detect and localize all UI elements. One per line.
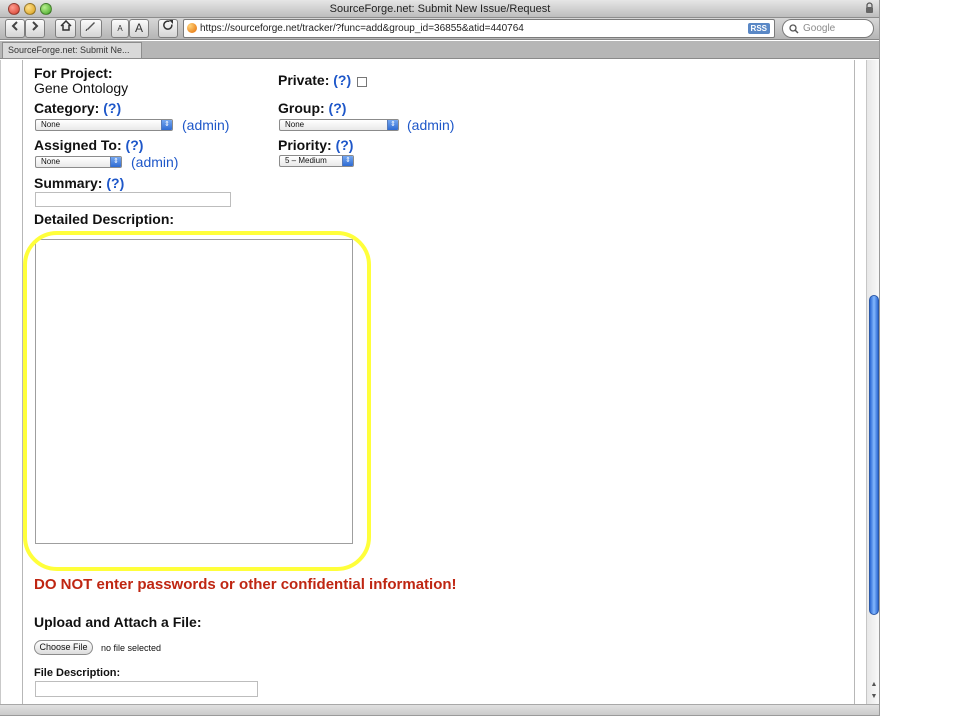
summary-label: Summary: <box>34 175 103 191</box>
group-admin-link[interactable]: (admin) <box>407 117 454 133</box>
upload-label: Upload and Attach a File: <box>34 614 202 630</box>
window-bottom-edge <box>0 704 879 715</box>
close-window-button[interactable] <box>8 3 20 15</box>
confidential-warning: DO NOT enter passwords or other confiden… <box>34 576 457 593</box>
search-placeholder: Google <box>803 23 836 34</box>
scroll-up-arrow-icon[interactable]: ▲ <box>869 680 879 690</box>
home-button[interactable] <box>55 19 76 38</box>
file-status-text: no file selected <box>101 643 162 653</box>
tab-bar: SourceForge.net: Submit Ne... <box>0 41 879 59</box>
search-icon <box>789 24 799 34</box>
reload-icon <box>162 20 173 30</box>
file-description-label: File Description: <box>34 667 121 679</box>
back-button[interactable] <box>5 19 25 38</box>
summary-input[interactable] <box>35 192 231 207</box>
category-label-row: Category: (?) <box>34 100 121 116</box>
priority-label: Priority: <box>278 137 332 153</box>
priority-selected-value: 5 – Medium <box>285 156 327 165</box>
group-label-row: Group: (?) <box>278 100 346 116</box>
site-favicon <box>187 23 197 33</box>
edit-icon <box>85 22 95 32</box>
tab-sourceforge[interactable]: SourceForge.net: Submit Ne... <box>2 42 142 59</box>
forward-arrow-icon <box>32 21 39 31</box>
rss-button[interactable]: RSS <box>747 23 770 34</box>
address-bar[interactable]: https://sourceforge.net/tracker/?func=ad… <box>183 19 775 38</box>
assigned-to-selected-value: None <box>41 157 61 166</box>
private-label: Private: <box>278 72 330 88</box>
group-selected-value: None <box>285 120 305 129</box>
category-admin-link[interactable]: (admin) <box>182 117 229 133</box>
zoom-window-button[interactable] <box>40 3 52 15</box>
larger-text-button[interactable]: A <box>129 19 149 38</box>
select-arrow-icon: ⇕ <box>110 157 121 167</box>
forward-button[interactable] <box>25 19 45 38</box>
summary-label-row: Summary: (?) <box>34 175 124 191</box>
select-arrow-icon: ⇕ <box>342 156 353 166</box>
assigned-to-label-row: Assigned To: (?) <box>34 137 143 153</box>
scrollbar-thumb[interactable] <box>869 295 879 615</box>
priority-select[interactable]: 5 – Medium ⇕ <box>279 155 354 167</box>
assigned-to-label: Assigned To: <box>34 137 122 153</box>
edit-button[interactable] <box>80 19 102 38</box>
browser-toolbar: A A https://sourceforge.net/tracker/?fun… <box>0 18 879 40</box>
select-arrow-icon: ⇕ <box>161 120 172 130</box>
detailed-description-label: Detailed Description: <box>34 211 175 227</box>
description-highlight-ring <box>23 231 371 571</box>
group-label: Group: <box>278 100 325 116</box>
page-right-border <box>854 60 855 704</box>
back-arrow-icon <box>11 21 18 31</box>
private-help-link[interactable]: (?) <box>333 72 351 88</box>
assigned-to-admin-link[interactable]: (admin) <box>131 154 178 170</box>
lock-icon <box>866 2 873 13</box>
group-select[interactable]: None ⇕ <box>279 119 399 131</box>
priority-help-link[interactable]: (?) <box>336 137 354 153</box>
vertical-scrollbar[interactable]: ▲ ▼ <box>866 60 879 704</box>
private-checkbox[interactable] <box>357 77 367 87</box>
file-description-input[interactable] <box>35 681 258 697</box>
smaller-text-button[interactable]: A <box>111 19 129 38</box>
assigned-to-select[interactable]: None ⇕ <box>35 156 122 168</box>
address-url: https://sourceforge.net/tracker/?func=ad… <box>200 23 524 34</box>
project-name: Gene Ontology <box>34 80 129 96</box>
category-selected-value: None <box>41 120 61 129</box>
scroll-down-arrow-icon[interactable]: ▼ <box>869 692 879 702</box>
reload-button[interactable] <box>158 19 178 38</box>
assigned-to-help-link[interactable]: (?) <box>126 137 144 153</box>
minimize-window-button[interactable] <box>24 3 36 15</box>
category-help-link[interactable]: (?) <box>103 100 121 116</box>
category-label: Category: <box>34 100 100 116</box>
home-icon <box>59 19 72 31</box>
category-select[interactable]: None ⇕ <box>35 119 173 131</box>
priority-label-row: Priority: (?) <box>278 137 353 153</box>
for-project-label: For Project: <box>34 65 113 81</box>
search-input[interactable]: Google <box>782 19 874 38</box>
page-content: For Project: Gene Ontology Private: (?) … <box>0 60 866 704</box>
private-label-row: Private: (?) <box>278 72 351 88</box>
choose-file-button[interactable]: Choose File <box>34 640 93 655</box>
select-arrow-icon: ⇕ <box>387 120 398 130</box>
browser-window: SourceForge.net: Submit New Issue/Reques… <box>0 0 880 716</box>
window-title: SourceForge.net: Submit New Issue/Reques… <box>329 3 551 15</box>
summary-help-link[interactable]: (?) <box>106 175 124 191</box>
window-titlebar: SourceForge.net: Submit New Issue/Reques… <box>0 0 879 18</box>
group-help-link[interactable]: (?) <box>329 100 347 116</box>
